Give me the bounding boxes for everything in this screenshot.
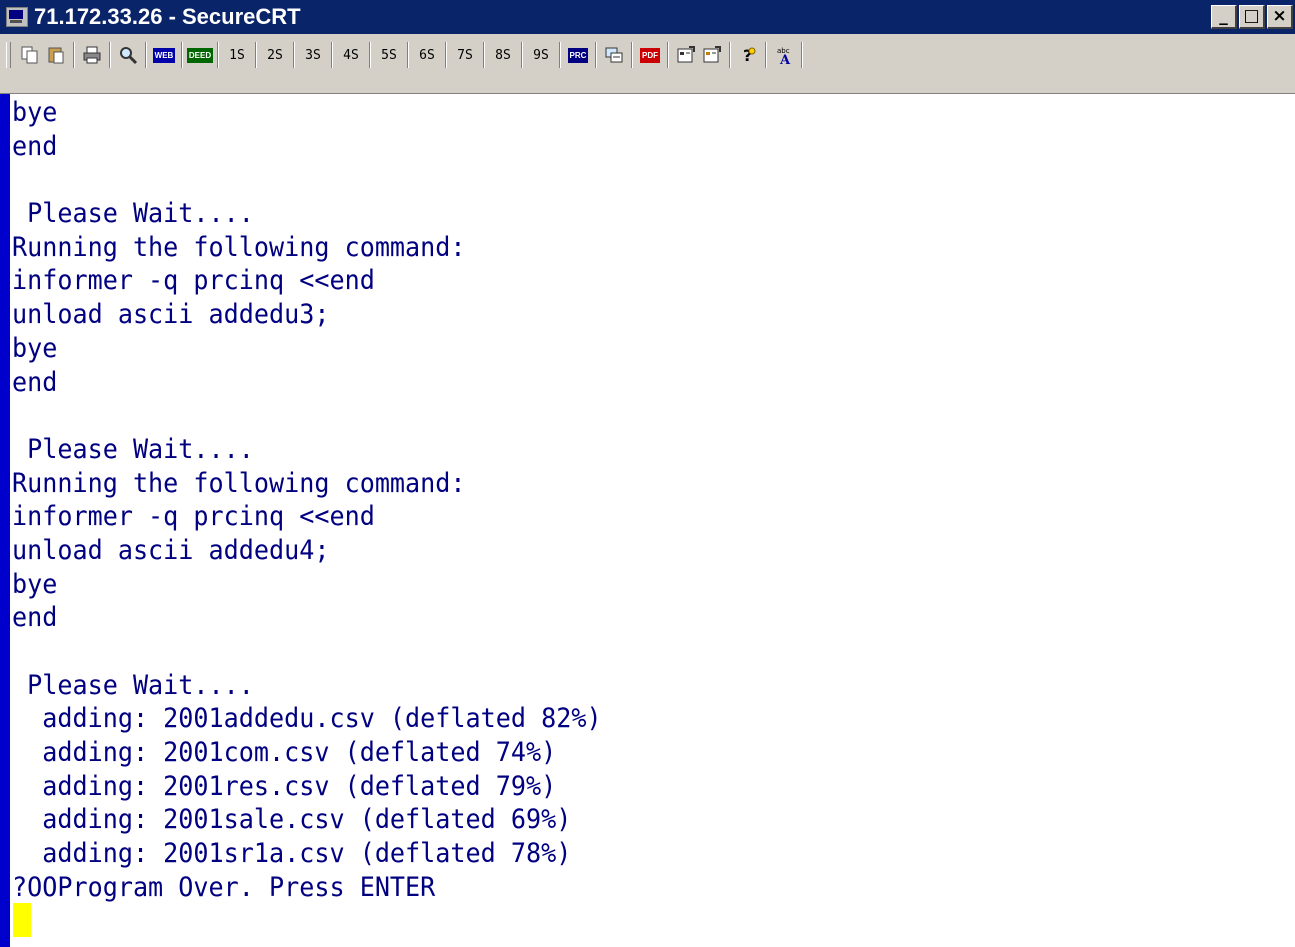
toolbar-separator [331, 42, 333, 68]
session-button-5s[interactable]: 5S [375, 43, 403, 67]
pdf-button[interactable]: PDF [637, 42, 663, 68]
window-title: 71.172.33.26 - SecureCRT [34, 4, 301, 29]
toolbar-separator [109, 42, 111, 68]
terminal-line: Please Wait.... [12, 433, 254, 465]
terminal-line: informer -q prcinq <<end [12, 501, 375, 533]
toolbar-separator [631, 42, 633, 68]
toolbar-separator [729, 42, 731, 68]
toolbar-separator [559, 42, 561, 68]
toolbar-grip[interactable] [6, 42, 11, 68]
securecrt-window: 71.172.33.26 - SecureCRT _ □ × WEB DEED … [0, 0, 1295, 947]
terminal-line: end [12, 602, 58, 634]
toolbar-separator [145, 42, 147, 68]
session-button-3s[interactable]: 3S [299, 43, 327, 67]
copy-icon[interactable] [17, 42, 43, 68]
terminal-lines: bye end Please Wait.... Running the follow… [12, 96, 646, 905]
minimize-button[interactable]: _ [1211, 5, 1237, 29]
toolbar-separator [483, 42, 485, 68]
toolbar-separator [765, 42, 767, 68]
prc-button[interactable]: PRC [565, 42, 591, 68]
toolbar-separator [293, 42, 295, 68]
toolbar: WEB DEED 1S 2S 3S 4S 5S 6S 7S 8S 9S PRC … [0, 34, 1295, 94]
toolbar-separator [445, 42, 447, 68]
toolbar-separator [407, 42, 409, 68]
terminal-line: unload ascii addedu4; [12, 534, 330, 566]
session-button-2s[interactable]: 2S [261, 43, 289, 67]
terminal-line: bye [12, 568, 58, 600]
toolbar-separator [521, 42, 523, 68]
terminal-line: adding: 2001sr1a.csv (deflated 78%) [12, 838, 572, 870]
session-button-4s[interactable]: 4S [337, 43, 365, 67]
terminal-line: Running the following command: [12, 467, 466, 499]
maximize-button[interactable]: □ [1239, 5, 1265, 29]
session-button-6s[interactable]: 6S [413, 43, 441, 67]
global-options-icon[interactable] [699, 42, 725, 68]
sftp-icon[interactable] [601, 42, 627, 68]
find-icon[interactable] [115, 42, 141, 68]
terminal-line: informer -q prcinq <<end [12, 265, 375, 297]
terminal-line: bye [12, 332, 58, 364]
session-options-icon[interactable] [673, 42, 699, 68]
session-button-8s[interactable]: 8S [489, 43, 517, 67]
terminal-frame: bye end Please Wait.... Running the follow… [0, 94, 1295, 947]
paste-icon[interactable] [43, 42, 69, 68]
terminal-line: bye [12, 97, 58, 128]
terminal-line: end [12, 130, 58, 162]
terminal-line: adding: 2001addedu.csv (deflated 82%) [12, 703, 602, 735]
terminal-line: adding: 2001com.csv (deflated 74%) [12, 737, 557, 769]
pdf-tag: PDF [640, 47, 660, 63]
deed-tag: DEED [186, 47, 214, 63]
web-button[interactable]: WEB [151, 42, 177, 68]
close-button[interactable]: × [1267, 5, 1293, 29]
help-icon[interactable]: ? [735, 42, 761, 68]
svg-text:A: A [779, 53, 791, 65]
terminal-line: adding: 2001res.csv (deflated 79%) [12, 770, 557, 802]
terminal-cursor [13, 903, 31, 937]
web-tag: WEB [152, 47, 176, 63]
terminal-line: Running the following command: [12, 231, 466, 263]
toolbar-separator [801, 42, 803, 68]
toolbar-separator [73, 42, 75, 68]
terminal-line: end [12, 366, 58, 398]
toolbar-separator [667, 42, 669, 68]
terminal-line: unload ascii addedu3; [12, 299, 330, 331]
session-button-1s[interactable]: 1S [223, 43, 251, 67]
terminal-line: adding: 2001sale.csv (deflated 69%) [12, 804, 572, 836]
title-bar[interactable]: 71.172.33.26 - SecureCRT _ □ × [0, 0, 1295, 34]
toolbar-separator [369, 42, 371, 68]
deed-button[interactable]: DEED [186, 42, 214, 68]
spell-check-icon[interactable]: abc A [771, 42, 797, 68]
terminal-line: Please Wait.... [12, 198, 254, 230]
prc-tag: PRC [567, 47, 589, 63]
terminal-output[interactable]: bye end Please Wait.... Running the follow… [10, 94, 1295, 947]
toolbar-separator [217, 42, 219, 68]
toolbar-separator [255, 42, 257, 68]
window-controls: _ □ × [1209, 5, 1293, 29]
toolbar-separator [181, 42, 183, 68]
toolbar-separator [595, 42, 597, 68]
session-button-7s[interactable]: 7S [451, 43, 479, 67]
terminal-line: ?OOProgram Over. Press ENTER [12, 871, 436, 903]
session-button-9s[interactable]: 9S [527, 43, 555, 67]
toolbar-row: WEB DEED 1S 2S 3S 4S 5S 6S 7S 8S 9S PRC … [6, 40, 807, 70]
print-icon[interactable] [79, 42, 105, 68]
securecrt-app-icon[interactable] [6, 7, 28, 27]
terminal-line: Please Wait.... [12, 669, 254, 701]
